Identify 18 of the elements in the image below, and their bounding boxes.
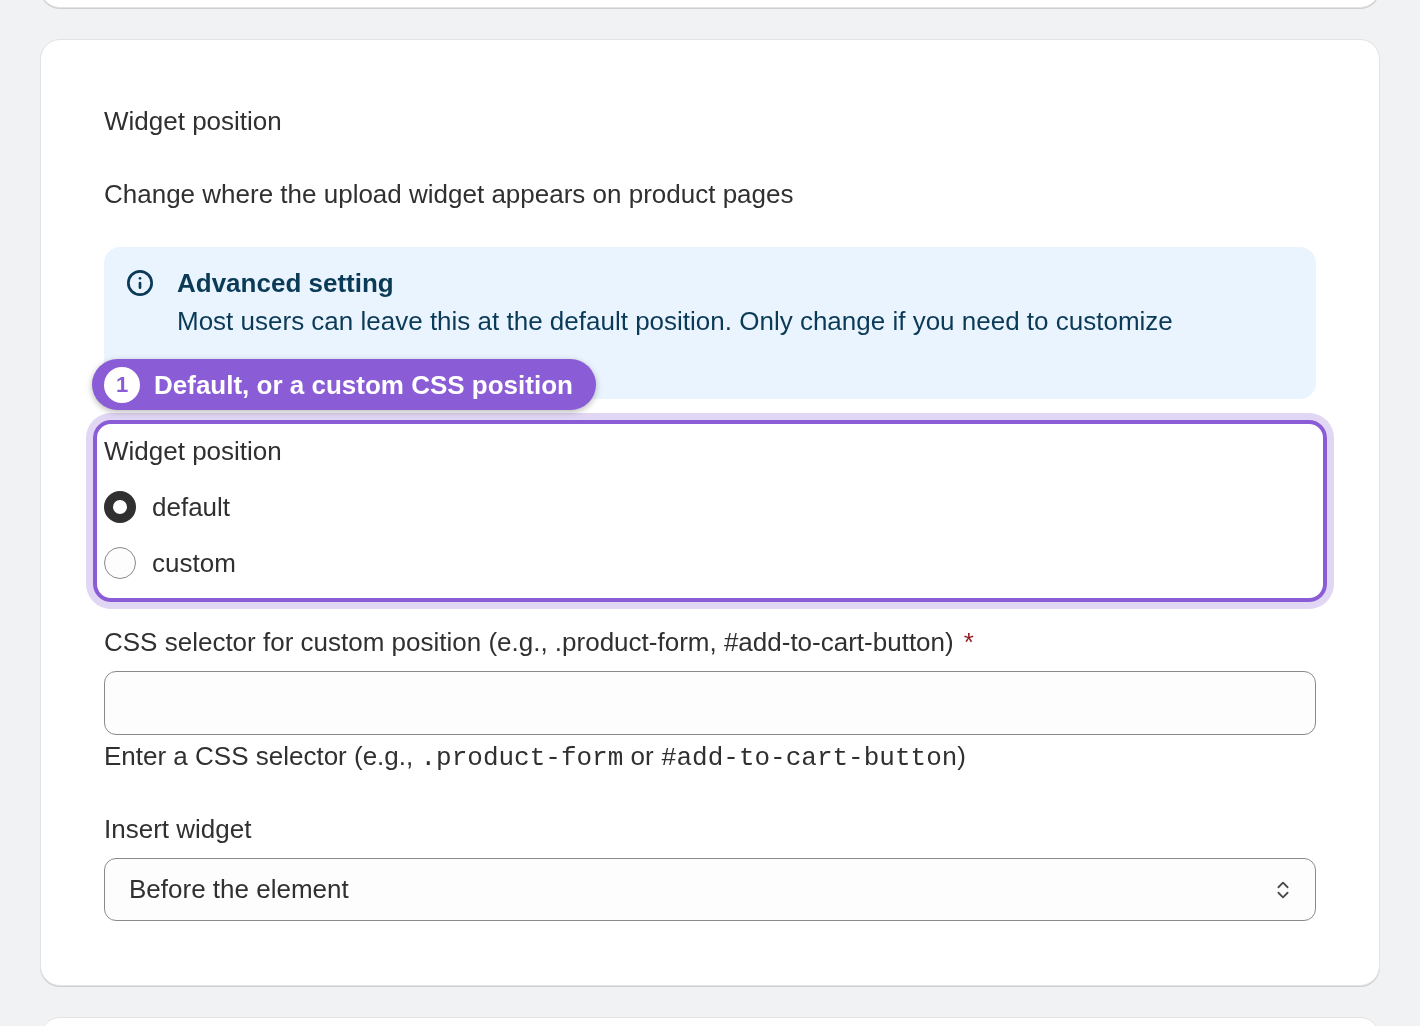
text-input[interactable]	[104, 671, 1316, 735]
select-field[interactable]: Before the element	[104, 858, 1316, 921]
radio-button[interactable]	[104, 547, 136, 579]
info-icon	[126, 269, 154, 297]
callout-label: Default, or a custom CSS position	[154, 368, 573, 402]
field-label: Insert widget	[104, 813, 253, 846]
radio-label[interactable]: default	[152, 489, 231, 525]
radio-label[interactable]: custom	[152, 545, 236, 581]
help-text: Enter a CSS selector (e.g., .product-form or #add-to-cart-button)	[104, 740, 967, 775]
required-mark: *	[963, 626, 974, 659]
field-label: CSS selector for custom position (e.g., .product-form, #add-to-cart-button)	[104, 626, 954, 659]
section-title: Widget position	[104, 105, 283, 138]
banner-text: Most users can leave this at the default position. Only change if you need to customize	[177, 305, 1173, 338]
section-description: Change where the upload widget appears on product pages	[104, 178, 795, 211]
banner-title: Advanced setting	[177, 267, 394, 300]
radio-button[interactable]	[104, 491, 136, 523]
group-label: Widget position	[104, 435, 283, 468]
step-number: 1	[104, 366, 140, 403]
